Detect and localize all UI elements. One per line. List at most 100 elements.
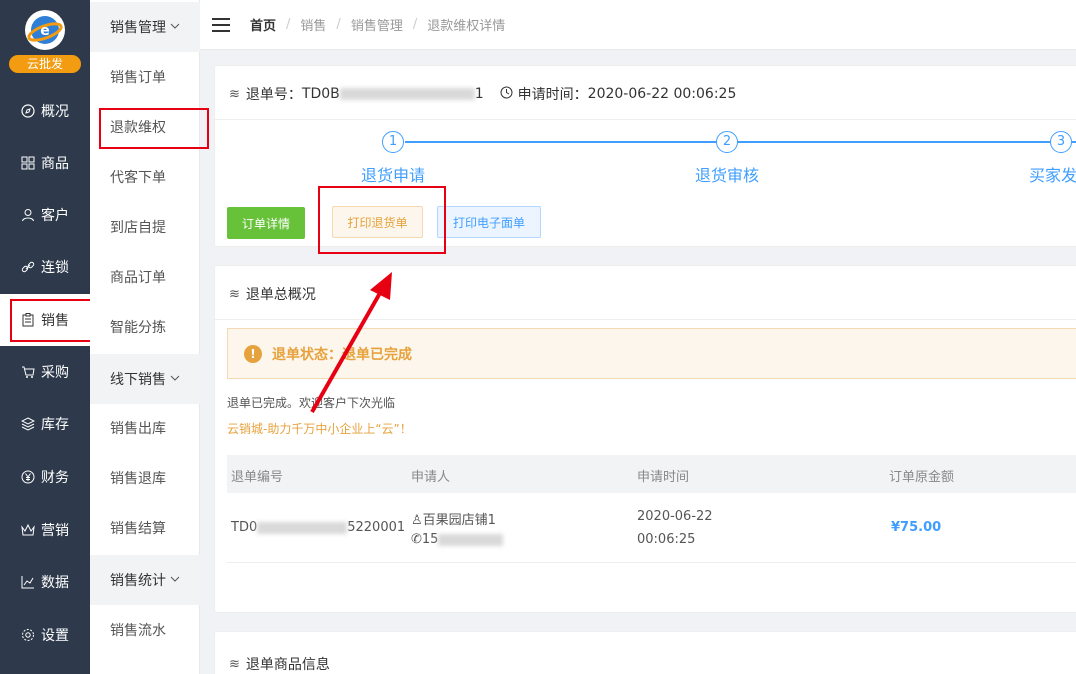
refund-no-end: 5220001: [347, 520, 406, 535]
highlight-box-refund: [99, 108, 209, 149]
app-root: e 云批发 概况 商品 客户 连锁 销售 采购 库存 财务 营销 数据 设置 销…: [0, 0, 1076, 674]
nav-item-finance[interactable]: 财务: [0, 451, 90, 503]
subnav-item[interactable]: 销售订单: [90, 52, 200, 102]
svg-text:e: e: [40, 23, 50, 39]
nav-item-customer[interactable]: 客户: [0, 189, 90, 241]
nav-item-overview[interactable]: 概况: [0, 85, 90, 137]
nav-item-marketing[interactable]: 营销: [0, 504, 90, 556]
subnav-item[interactable]: 到店自提: [90, 202, 200, 252]
subnav-group-label: 销售管理: [110, 20, 166, 36]
nav-item-goods[interactable]: 商品: [0, 137, 90, 189]
nav-label: 设置: [41, 628, 69, 644]
td-refund-no: TD0 5220001: [231, 520, 405, 535]
td-time: 00:06:25: [637, 532, 696, 547]
crown-icon: [20, 522, 36, 538]
user-icon: [20, 207, 36, 223]
annotation-arrow: [310, 272, 392, 413]
breadcrumb-sales[interactable]: 销售: [300, 15, 326, 34]
nav-label: 连锁: [41, 260, 69, 276]
chart-icon: [20, 574, 36, 590]
breadcrumb-home[interactable]: 首页: [250, 15, 276, 34]
divider: [227, 562, 1076, 563]
nav-label: 采购: [41, 365, 69, 381]
logo-badge: 云批发: [9, 55, 81, 73]
subnav-item[interactable]: 智能分拣: [90, 302, 200, 352]
gear-icon: [20, 627, 36, 643]
subnav-item[interactable]: 销售出库: [90, 403, 200, 453]
blurred-text: [257, 521, 348, 534]
cart-icon: [20, 364, 36, 380]
chevron-down-icon: [170, 371, 180, 387]
step-2-label: 退货审核: [695, 166, 760, 185]
logo[interactable]: e: [25, 10, 65, 50]
print-waybill-button[interactable]: 打印电子面单: [437, 206, 541, 238]
breadcrumb-separator: /: [412, 17, 418, 32]
subnav-item[interactable]: 销售流水: [90, 605, 200, 655]
breadcrumb-sales-mgmt[interactable]: 销售管理: [351, 15, 403, 34]
nav-label: 财务: [41, 470, 69, 486]
subnav-item[interactable]: 销售退库: [90, 453, 200, 503]
subnav-item[interactable]: 销售结算: [90, 503, 200, 553]
user-icon: ♙: [411, 513, 423, 528]
step-3-label: 买家发: [1029, 166, 1076, 185]
menu-toggle-icon[interactable]: [212, 17, 230, 32]
divider: [215, 119, 1076, 120]
subnav-group-sales-mgmt[interactable]: 销售管理: [90, 2, 200, 52]
refund-header: ≋ 退单号： TD0B 1 申请时间： 2020-06-22 00:06:25: [229, 84, 736, 104]
link-icon: [20, 259, 36, 275]
nav-item-settings[interactable]: 设置: [0, 609, 90, 661]
steps-progress-line: [405, 141, 1076, 143]
clock-icon: [500, 86, 513, 103]
grid-icon: [20, 155, 36, 171]
th-amount: 订单原金额: [889, 470, 955, 485]
refund-no-end: 1: [474, 86, 484, 102]
nav-item-chain[interactable]: 连锁: [0, 241, 90, 293]
goods-header: ≋ 退单商品信息: [229, 654, 330, 674]
nav-label: 营销: [41, 523, 69, 539]
step-1-label: 退货申请: [361, 166, 426, 185]
layers-icon: [20, 416, 36, 432]
th-applicant: 申请人: [411, 470, 451, 485]
subnav-group-label: 线下销售: [110, 372, 166, 388]
th-refund-no: 退单编号: [231, 470, 284, 485]
subnav-group-stats[interactable]: 销售统计: [90, 555, 200, 605]
nav-item-purchase[interactable]: 采购: [0, 346, 90, 398]
layers-icon: ≋: [229, 656, 240, 672]
nav-label: 客户: [41, 208, 69, 224]
refund-no-start: TD0: [231, 520, 258, 535]
applicant-name: 百果园店铺1: [422, 513, 496, 528]
breadcrumb-separator: /: [336, 17, 341, 32]
table-header: 退单编号 申请人 申请时间 订单原金额: [227, 455, 1076, 493]
nav-label: 数据: [41, 575, 69, 591]
td-phone: ✆15: [411, 532, 504, 547]
nav-item-data[interactable]: 数据: [0, 556, 90, 608]
nav-label: 库存: [41, 417, 69, 433]
phone-icon: ✆: [411, 532, 422, 547]
subnav-group-label: 销售统计: [110, 573, 166, 589]
td-applicant: ♙百果园店铺1: [411, 509, 496, 528]
goods-title: 退单商品信息: [245, 657, 330, 673]
subnav-item[interactable]: 商品订单: [90, 252, 200, 302]
subnav-item[interactable]: 代客下单: [90, 152, 200, 202]
nav-item-stock[interactable]: 库存: [0, 398, 90, 450]
refund-no-label: 退单号：: [245, 87, 302, 103]
apply-time-value: 2020-06-22 00:06:25: [587, 86, 737, 102]
td-date: 2020-06-22: [637, 509, 713, 524]
nav-label: 商品: [41, 156, 69, 172]
subnav-group-offline[interactable]: 线下销售: [90, 354, 200, 404]
apply-time-label: 申请时间：: [517, 87, 588, 103]
top-bar: 首页 / 销售 / 销售管理 / 退款维权详情: [200, 0, 1076, 50]
th-apply-time: 申请时间: [637, 470, 690, 485]
chevron-down-icon: [170, 572, 180, 588]
exclamation-icon: !: [244, 344, 262, 363]
step-3-circle: 3: [1050, 131, 1072, 153]
blurred-text: [339, 88, 475, 100]
chevron-down-icon: [170, 19, 180, 35]
slogan-text: 云销城-助力千万中小企业上“云”！: [227, 422, 412, 436]
nav-label: 概况: [41, 104, 69, 120]
sub-nav: 销售管理 销售订单 退款维权 代客下单 到店自提 商品订单 智能分拣 线下销售 …: [90, 0, 200, 674]
highlight-box-sales: [10, 299, 96, 342]
yen-icon: [20, 469, 36, 485]
order-detail-button[interactable]: 订单详情: [227, 207, 305, 239]
refund-goods-card: ≋ 退单商品信息: [214, 631, 1076, 674]
